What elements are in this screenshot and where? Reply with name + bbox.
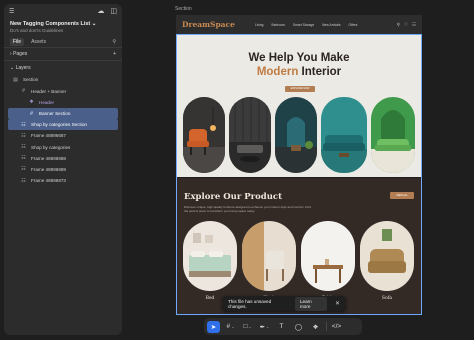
site-nav-icons: ⚲ ♡ ☷ <box>393 22 416 28</box>
unsaved-changes-toast: This file has unsaved changes. Learn mor… <box>222 296 346 311</box>
site-nav-item: New Arrivals <box>322 22 341 27</box>
rectangle-tool-icon[interactable]: □ ⌄ <box>241 321 254 333</box>
bottom-toolbar: ➤ # ⌄ □ ⌄ ✒ ⌄ T ◯ ❖ </> <box>204 318 362 335</box>
layer-label: Frame 48896689 <box>31 166 66 172</box>
dev-mode-icon[interactable]: </> <box>330 321 343 333</box>
layer-item[interactable]: ☷ Shop by categories <box>8 142 118 153</box>
layer-label: Header <box>39 99 55 105</box>
add-page-icon[interactable]: + <box>113 51 116 57</box>
layer-label: Shop by categories Section <box>31 122 87 128</box>
move-tool-icon[interactable]: ➤ <box>207 320 220 333</box>
layer-item[interactable]: ☷ Shop by categories Section <box>8 119 118 130</box>
layer-label: Section <box>23 77 39 83</box>
layers-label: Layers <box>15 64 31 71</box>
selection-outline <box>176 34 422 315</box>
layer-item[interactable]: # Banner Section <box>8 108 118 119</box>
layer-item[interactable]: # Header + Banner <box>8 86 118 97</box>
close-icon[interactable]: ✕ <box>335 300 340 307</box>
layer-item[interactable]: ☷ Frame 48896873 <box>8 175 118 186</box>
section-icon: ▤ <box>13 76 18 83</box>
figma-menu-icon[interactable]: ☰ <box>9 8 14 15</box>
site-header-frame[interactable]: DreamSpace Living Bedroom Smart Storage … <box>176 15 422 34</box>
layer-label: Frame 48896688 <box>31 155 66 161</box>
layer-item[interactable]: ☷ Frame 48896688 <box>8 153 118 164</box>
layer-item[interactable]: ▤ Section <box>8 75 118 86</box>
panel-top-bar: ☰ ☁ ◫ <box>4 4 122 18</box>
frame-icon: ☷ <box>21 166 26 173</box>
search-icon: ⚲ <box>396 21 400 27</box>
pen-tool-icon[interactable]: ✒ ⌄ <box>258 321 271 333</box>
toolbar-divider <box>326 322 327 331</box>
frame-tool-icon[interactable]: # ⌄ <box>224 321 237 333</box>
frame-icon: ☷ <box>21 132 26 139</box>
search-icon[interactable]: ⚲ <box>112 39 116 45</box>
left-panel: ☰ ☁ ◫ New Tagging Components List ⌄ Do's… <box>4 4 122 335</box>
actions-tool-icon[interactable]: ❖ <box>309 321 322 333</box>
site-brand-logo: DreamSpace <box>182 20 235 29</box>
layer-item[interactable]: ❖ Header <box>8 97 118 108</box>
layers-section[interactable]: ⌄ Layers <box>4 61 122 74</box>
site-nav-items: Living Bedroom Smart Storage New Arrival… <box>255 23 366 27</box>
frame-icon: ☷ <box>21 177 26 184</box>
sidebar-toggle-icon[interactable]: ◫ <box>110 7 117 15</box>
layer-label: Frame 48896687 <box>31 133 66 139</box>
layer-label: Shop by categories <box>31 144 71 150</box>
frame-icon: ☷ <box>21 144 26 151</box>
text-tool-icon[interactable]: T <box>275 321 288 333</box>
component-icon: ❖ <box>29 99 34 106</box>
frame-icon: ☷ <box>21 155 26 162</box>
learn-more-button[interactable]: Learn more <box>294 296 327 311</box>
layer-label: Header + Banner <box>31 88 67 94</box>
pages-label: Pages <box>13 51 28 57</box>
tab-assets[interactable]: Assets <box>28 38 49 46</box>
site-nav-item: Living <box>254 22 264 27</box>
frame-label[interactable]: Section <box>175 6 192 12</box>
file-subtitle: Do's and don'ts Guidelines <box>10 28 64 33</box>
comment-tool-icon[interactable]: ◯ <box>292 321 305 333</box>
file-title[interactable]: New Tagging Components List ⌄ <box>4 18 122 27</box>
pages-section[interactable]: › Pages + <box>4 48 122 61</box>
frame-icon: ☷ <box>21 121 26 128</box>
layer-item[interactable]: ☷ Frame 48896689 <box>8 164 118 175</box>
cloud-icon[interactable]: ☁ <box>97 7 104 15</box>
site-nav: DreamSpace Living Bedroom Smart Storage … <box>176 15 422 34</box>
tab-file[interactable]: File <box>10 38 25 46</box>
site-nav-item: Bedroom <box>271 22 285 27</box>
frame-icon: # <box>22 88 25 95</box>
layer-item[interactable]: ☷ Frame 48896687 <box>8 131 118 142</box>
layer-label: Frame 48896873 <box>31 178 66 184</box>
site-nav-item: Smart Storage <box>292 22 315 27</box>
frame-icon: # <box>30 110 33 117</box>
toast-message: This file has unsaved changes. <box>228 298 272 309</box>
cart-icon: ☷ <box>411 21 416 27</box>
chevron-down-icon[interactable]: ⌄ <box>92 21 97 27</box>
file-title-text: New Tagging Components List <box>10 21 91 27</box>
panel-tabs: File Assets ⚲ <box>4 37 122 48</box>
layer-label: Banner Section <box>39 111 71 116</box>
site-nav-item: Offers <box>348 22 358 27</box>
heart-icon: ♡ <box>403 21 408 27</box>
